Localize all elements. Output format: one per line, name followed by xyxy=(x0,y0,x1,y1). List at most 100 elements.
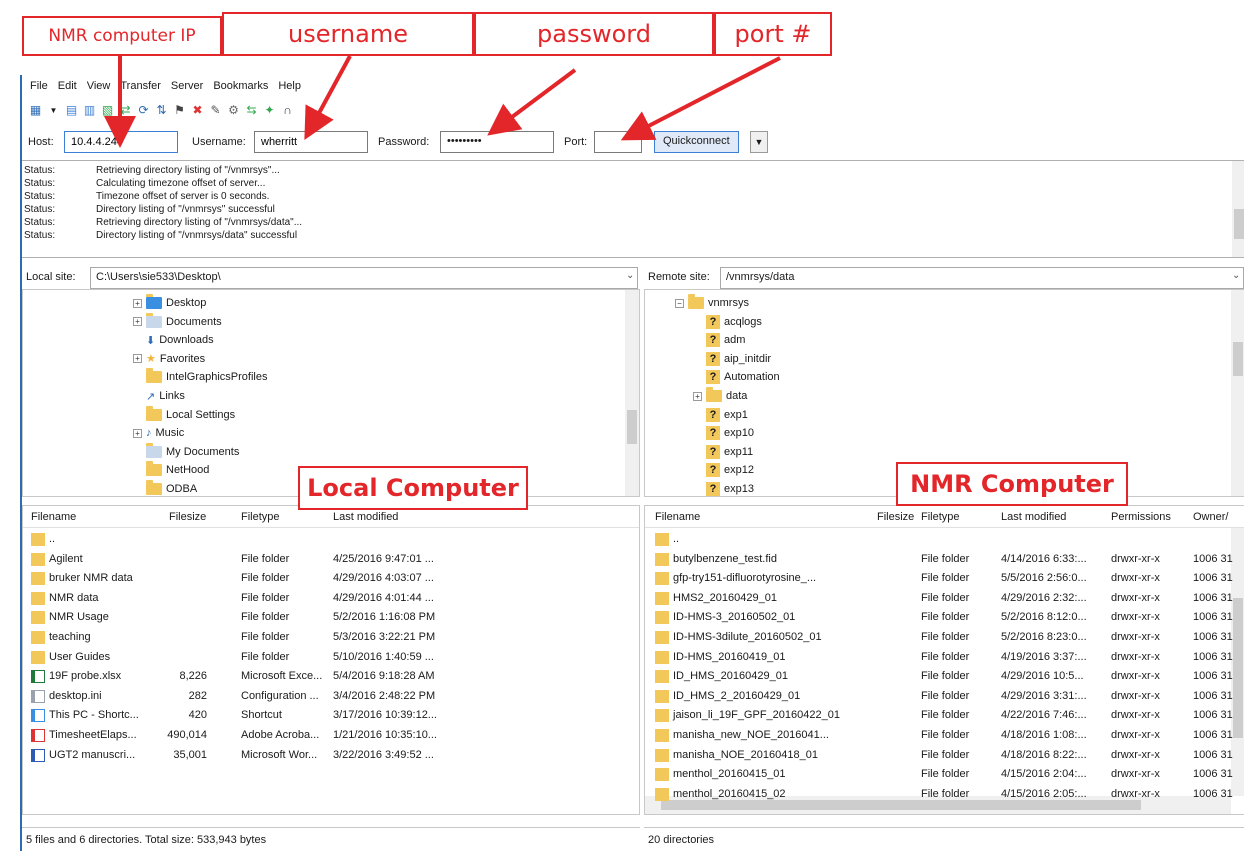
table-row[interactable]: .. xyxy=(23,530,625,549)
process-queue-icon[interactable]: ⇅ xyxy=(154,103,169,118)
tree-item-remote[interactable]: ? exp10 xyxy=(693,424,754,442)
tree-item-local[interactable]: ↗ Links xyxy=(133,387,185,405)
table-row[interactable]: .. xyxy=(645,530,1231,549)
filter-icon[interactable]: ⚙ xyxy=(226,103,241,118)
table-row[interactable]: User Guides File folder 5/10/2016 1:40:59 … xyxy=(23,648,625,667)
col-permissions[interactable]: Permissions xyxy=(1111,511,1171,523)
quickconnect-button[interactable]: Quickconnect xyxy=(654,131,739,153)
table-row[interactable]: bruker NMR data File folder 4/29/2016 4:03… xyxy=(23,569,625,588)
stop-icon[interactable]: ✖ xyxy=(190,103,205,118)
local-tree-icon[interactable]: ▥ xyxy=(82,103,97,118)
col-filetype[interactable]: Filetype xyxy=(241,511,280,523)
compare-icon[interactable]: ⇆ xyxy=(244,103,259,118)
menu-item-transfer[interactable]: Transfer xyxy=(120,80,161,96)
remote-tree-scrollbar[interactable] xyxy=(1231,290,1244,496)
table-row[interactable]: manisha_NOE_20160418_01 File folder 4/18/2… xyxy=(645,746,1233,765)
disconnect-icon[interactable]: ✎ xyxy=(208,103,223,118)
tree-item-remote[interactable]: + data xyxy=(693,387,747,405)
table-row[interactable]: ID_HMS_2_20160429_01 File folder 4/29/2016… xyxy=(645,687,1233,706)
chevron-down-icon[interactable]: ⌄ xyxy=(626,270,634,281)
tree-item-local[interactable]: IntelGraphicsProfiles xyxy=(133,368,268,386)
table-row[interactable]: HMS2_20160429_01 File folder 4/29/2016 2:3… xyxy=(645,589,1233,608)
table-row[interactable]: manisha_new_NOE_2016041... File folder 4/1… xyxy=(645,726,1233,745)
col-filetype[interactable]: Filetype xyxy=(921,511,960,523)
tree-item-local[interactable]: My Documents xyxy=(133,442,239,461)
table-row[interactable]: jaison_li_19F_GPF_20160422_01 File folder… xyxy=(645,706,1233,725)
expand-icon[interactable]: − xyxy=(675,298,684,308)
cancel-icon[interactable]: ⚑ xyxy=(172,103,187,118)
tree-item-remote[interactable]: ? adm xyxy=(693,331,745,349)
tree-item-local[interactable]: + Documents xyxy=(133,312,222,331)
chevron-down-icon[interactable]: ⌄ xyxy=(1232,270,1240,281)
password-input[interactable]: ••••••••• xyxy=(440,131,554,153)
menu-item-bookmarks[interactable]: Bookmarks xyxy=(213,80,268,96)
chevron-down-icon[interactable]: ▼ xyxy=(750,131,768,153)
tree-item-remote[interactable]: ? acqlogs xyxy=(693,313,762,331)
tree-item-local[interactable]: ⬇ Downloads xyxy=(133,331,214,349)
menu-item-view[interactable]: View xyxy=(87,80,111,96)
tree-item-remote[interactable]: − vnmrsys xyxy=(675,294,749,312)
remote-list-scrollbar[interactable] xyxy=(1231,528,1244,796)
tree-item-remote[interactable]: ? exp13 xyxy=(693,480,754,496)
col-last-modified[interactable]: Last modified xyxy=(333,511,398,523)
chevron-down-icon[interactable]: ▼ xyxy=(46,103,61,118)
expand-icon[interactable]: + xyxy=(133,354,142,364)
binoculars-icon[interactable]: ∩ xyxy=(280,103,295,118)
log-scrollbar[interactable] xyxy=(1232,161,1244,257)
tree-item-remote[interactable]: ? exp1 xyxy=(693,406,748,424)
table-row[interactable]: ID_HMS_20160429_01 File folder 4/29/2016 1… xyxy=(645,667,1233,686)
remote-site-path[interactable]: /vnmrsys/data xyxy=(720,267,1244,289)
site-manager-icon[interactable]: ▦ xyxy=(28,103,43,118)
col-filename[interactable]: Filename xyxy=(31,511,76,523)
port-input[interactable] xyxy=(594,131,642,153)
tree-item-local[interactable]: ODBA xyxy=(133,480,197,496)
col-filesize[interactable]: Filesize xyxy=(877,511,914,523)
tree-item-local[interactable]: Local Settings xyxy=(133,405,235,424)
sync-browse-icon[interactable]: ✦ xyxy=(262,103,277,118)
table-row[interactable]: menthol_20160415_02 File folder 4/15/2016 … xyxy=(645,785,1233,804)
col-last-modified[interactable]: Last modified xyxy=(1001,511,1066,523)
local-tree-scrollbar[interactable] xyxy=(625,290,639,496)
expand-icon[interactable]: + xyxy=(133,317,142,327)
table-row[interactable]: ID-HMS-3_20160502_01 File folder 5/2/2016 … xyxy=(645,608,1233,627)
table-row[interactable]: NMR data File folder 4/29/2016 4:01:44 ... xyxy=(23,589,625,608)
table-row[interactable]: UGT2 manuscri... 35,001 Microsoft Wor... 3/… xyxy=(23,746,625,765)
menu-item-help[interactable]: Help xyxy=(278,80,301,96)
tree-item-remote[interactable]: ? aip_initdir xyxy=(693,350,771,368)
tree-item-local[interactable]: + ★ Favorites xyxy=(133,350,205,368)
table-row[interactable]: teaching File folder 5/3/2016 3:22:21 PM xyxy=(23,628,625,647)
col-owner[interactable]: Owner/ xyxy=(1193,511,1228,523)
expand-icon[interactable]: + xyxy=(133,428,142,438)
menu-item-edit[interactable]: Edit xyxy=(58,80,77,96)
table-row[interactable]: gfp-try151-difluorotyrosine_... File fold… xyxy=(645,569,1233,588)
expand-icon[interactable]: + xyxy=(693,391,702,401)
username-input[interactable] xyxy=(254,131,368,153)
table-row[interactable]: NMR Usage File folder 5/2/2016 1:16:08 PM xyxy=(23,608,625,627)
col-filename[interactable]: Filename xyxy=(655,511,700,523)
expand-icon[interactable]: + xyxy=(133,298,142,308)
menu-item-server[interactable]: Server xyxy=(171,80,203,96)
menu-item-file[interactable]: File xyxy=(30,80,48,96)
table-row[interactable]: Agilent File folder 4/25/2016 9:47:01 ... xyxy=(23,550,625,569)
table-row[interactable]: 19F probe.xlsx 8,226 Microsoft Exce... 5/4/… xyxy=(23,667,625,686)
table-row[interactable]: menthol_20160415_01 File folder 4/15/2016 … xyxy=(645,765,1233,784)
message-log-icon[interactable]: ▤ xyxy=(64,103,79,118)
table-row[interactable]: ID-HMS_20160419_01 File folder 4/19/2016 3… xyxy=(645,648,1233,667)
remote-tree-icon[interactable]: ▧ xyxy=(100,103,115,118)
local-site-path[interactable]: C:\Users\sie533\Desktop\ xyxy=(90,267,638,289)
col-filesize[interactable]: Filesize xyxy=(169,511,206,523)
tree-item-local[interactable]: + Desktop xyxy=(133,294,206,312)
tree-item-remote[interactable]: ? Automation xyxy=(693,368,780,386)
host-input[interactable] xyxy=(64,131,178,153)
table-row[interactable]: ID-HMS-3dilute_20160502_01 File folder 5/2… xyxy=(645,628,1233,647)
queue-icon[interactable]: ⇄ xyxy=(118,103,133,118)
tree-item-remote[interactable]: ? exp12 xyxy=(693,461,754,479)
tree-item-local[interactable]: NetHood xyxy=(133,461,209,479)
table-row[interactable]: This PC - Shortc... 420 Shortcut 3/17/2016 … xyxy=(23,706,625,725)
table-row[interactable]: TimesheetElaps... 490,014 Adobe Acroba... 1… xyxy=(23,726,625,745)
table-row[interactable]: butylbenzene_test.fid File folder 4/14/201… xyxy=(645,550,1233,569)
table-row[interactable]: desktop.ini 282 Configuration ... 3/4/2016 … xyxy=(23,687,625,706)
refresh-icon[interactable]: ⟳ xyxy=(136,103,151,118)
tree-item-local[interactable]: + ♪ Music xyxy=(133,424,184,442)
tree-item-remote[interactable]: ? exp11 xyxy=(693,443,753,461)
